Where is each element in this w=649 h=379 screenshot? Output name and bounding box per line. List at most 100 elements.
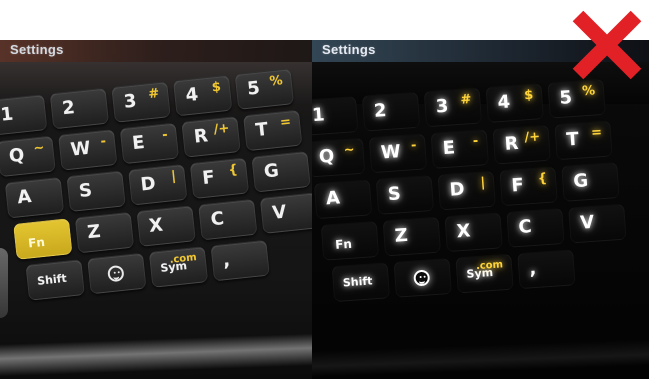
key-g: G xyxy=(251,150,311,193)
key-5: 5 % xyxy=(234,68,295,110)
key-alt-legend: - xyxy=(99,133,107,150)
key-alt-legend: ~ xyxy=(32,140,46,157)
keyboard: 1 2 3 # 4 $ 5 % Q ~ W - E - R /+ T = A S… xyxy=(0,61,312,379)
key-main-legend: T xyxy=(565,128,580,151)
key-main-legend: G xyxy=(572,170,589,193)
key-main-legend: D xyxy=(139,172,157,196)
key-alt-legend: ~ xyxy=(343,142,356,159)
key-alt-legend: .com xyxy=(169,252,198,266)
key-main-legend: 5 xyxy=(246,77,261,100)
key-main-legend: Fn xyxy=(27,234,46,251)
key-shift: Shift xyxy=(331,262,391,303)
key-w: W - xyxy=(58,129,118,171)
screen-title: Settings xyxy=(322,42,376,57)
key-main-legend: Shift xyxy=(36,271,68,288)
key-emoji xyxy=(87,252,147,295)
key-c: C xyxy=(506,207,565,248)
key-d: D | xyxy=(128,163,188,206)
key-alt-legend: # xyxy=(147,86,161,103)
key-main-legend: 3 xyxy=(435,95,450,118)
key-a: A xyxy=(4,176,65,219)
key-alt-legend: { xyxy=(227,162,239,179)
key-main-legend: Fn xyxy=(334,236,353,252)
key-c: C xyxy=(198,198,258,241)
key-main-legend: R xyxy=(503,132,520,155)
key-alt-legend: % xyxy=(581,83,596,100)
key-main-legend: X xyxy=(147,214,165,237)
key-main-legend: R xyxy=(192,125,209,148)
key-main-legend: , xyxy=(221,249,232,272)
key-2: 2 xyxy=(49,87,110,130)
key-g: G xyxy=(561,162,620,202)
key-main-legend: 2 xyxy=(61,97,76,120)
key-main-legend: 2 xyxy=(373,100,388,122)
key-main-legend: S xyxy=(387,183,402,206)
key-d: D | xyxy=(437,170,496,211)
key-alt-legend: - xyxy=(161,127,169,143)
key-alt-legend: = xyxy=(279,114,292,131)
key-x: X xyxy=(136,205,196,247)
comparison-image: Settings 1 2 3 # 4 $ 5 % Q ~ W - E - R /… xyxy=(0,0,649,379)
key-shift: Shift xyxy=(25,259,85,301)
key-s: S xyxy=(66,170,126,213)
key-z: Z xyxy=(382,216,441,257)
screen-title: Settings xyxy=(10,42,64,57)
emoji-smiley-icon xyxy=(413,269,431,287)
key-alt-legend: - xyxy=(410,138,417,154)
key-r: R /+ xyxy=(181,116,241,158)
key-main-legend: A xyxy=(325,187,341,210)
key-main-legend: S xyxy=(77,179,94,202)
key-main-legend: V xyxy=(579,211,595,234)
key-main-legend: A xyxy=(16,186,33,209)
key-main-legend: G xyxy=(262,160,280,183)
key-comma: , xyxy=(210,239,270,282)
key-alt-legend: .com xyxy=(475,259,504,273)
key-main-legend: 4 xyxy=(184,84,200,107)
key-w: W - xyxy=(368,133,428,174)
key-alt-legend: | xyxy=(479,175,486,191)
key-4: 4 $ xyxy=(485,83,544,123)
key-main-legend: W xyxy=(380,141,402,164)
key-alt-legend: /+ xyxy=(212,120,231,138)
key-s: S xyxy=(375,175,435,215)
key-alt-legend: % xyxy=(268,73,284,90)
side-button xyxy=(0,248,8,318)
key-main-legend: 1 xyxy=(312,104,326,127)
key-main-legend: E xyxy=(442,137,456,160)
key-3: 3 # xyxy=(423,87,483,128)
keyboard-photo-backlit: Settings 1 2 3 # 4 $ 5 % Q ~ W - E - R /… xyxy=(312,40,649,379)
keyboard: 1 2 3 # 4 $ 5 % Q ~ W - E - R /+ T = A S… xyxy=(312,74,649,379)
key-alt-legend: # xyxy=(459,92,472,108)
key-main-legend: 4 xyxy=(496,91,511,114)
screen-title-strip: Settings xyxy=(0,40,312,62)
key-main-legend: Q xyxy=(7,144,26,168)
key-e: E - xyxy=(119,122,180,165)
key-sym: Sym .com xyxy=(148,246,209,288)
key-e: E - xyxy=(430,129,489,169)
key-2: 2 xyxy=(361,91,421,132)
key-f: F { xyxy=(189,157,250,200)
key-f: F { xyxy=(499,166,558,207)
key-5: 5 % xyxy=(547,78,606,119)
key-main-legend: T xyxy=(254,118,269,142)
key-t: T = xyxy=(554,120,613,161)
key-x: X xyxy=(444,212,503,253)
key-main-legend: 3 xyxy=(122,90,138,113)
key-alt-legend: $ xyxy=(211,79,222,96)
key-main-legend: 5 xyxy=(558,87,573,109)
key-main-legend: X xyxy=(455,220,472,243)
key-4: 4 $ xyxy=(172,74,233,117)
key-1: 1 xyxy=(0,94,48,136)
key-main-legend: C xyxy=(209,208,225,231)
key-comma: , xyxy=(517,249,576,290)
key-alt-legend: { xyxy=(537,170,548,187)
key-main-legend: Z xyxy=(394,224,409,247)
key-a: A xyxy=(313,179,373,220)
key-main-legend: Q xyxy=(318,145,336,168)
key-v: V xyxy=(568,203,627,244)
key-q: Q ~ xyxy=(0,135,56,178)
key-fn: Fn xyxy=(320,220,380,261)
key-main-legend: C xyxy=(517,216,533,239)
key-main-legend: , xyxy=(528,257,537,280)
key-alt-legend: = xyxy=(590,125,603,141)
